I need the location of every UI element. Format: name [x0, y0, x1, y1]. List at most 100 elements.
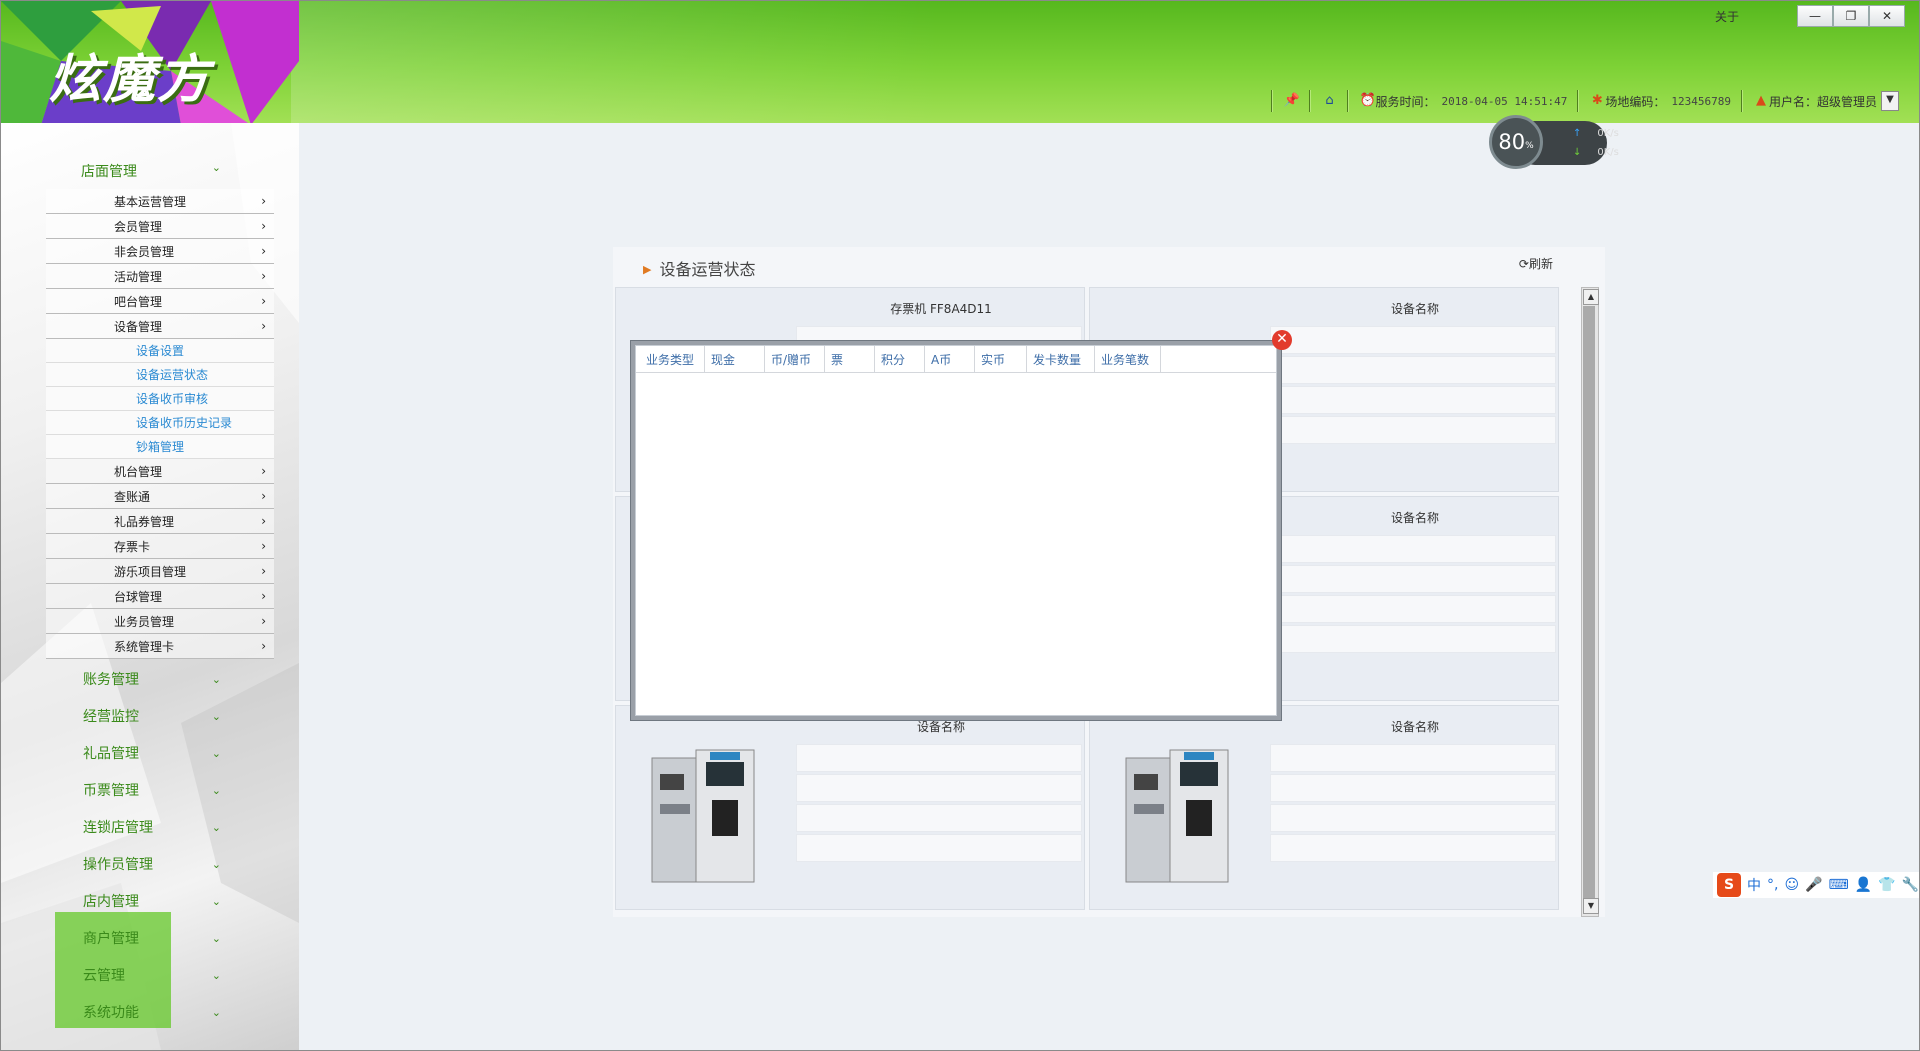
column-header[interactable]: 现金 [705, 346, 765, 372]
leaf-link[interactable]: 设备运营状态 [46, 363, 274, 387]
leaf-link[interactable]: 设备设置 [46, 339, 274, 363]
vertical-scrollbar[interactable]: ▲ ▼ [1581, 287, 1599, 917]
nav-group-label: 云管理 [83, 968, 125, 984]
dialog-close-button[interactable]: ✕ [1272, 330, 1292, 350]
nav-group-label: 币票管理 [83, 783, 139, 799]
refresh-button[interactable]: ⟳刷新 [1519, 255, 1553, 272]
submenu-item[interactable]: 礼品券管理 › [46, 509, 274, 534]
leaf-link[interactable]: 设备收币审核 [46, 387, 274, 411]
nav-group[interactable]: 商户管理 ⌄ [83, 928, 221, 948]
refresh-icon: ⟳ [1518, 257, 1529, 271]
chevron-down-icon: ⌄ [211, 161, 221, 174]
chevron-down-icon: ⌄ [211, 746, 221, 760]
submenu-item[interactable]: 会员管理 › [46, 214, 274, 239]
column-header[interactable]: 币/赠币 [765, 346, 825, 372]
punctuation-icon[interactable]: °, [1767, 877, 1778, 893]
restore-button[interactable]: ❐ [1833, 5, 1869, 27]
device-card[interactable]: 设备名称 [1089, 705, 1559, 910]
nav-group-label: 操作员管理 [83, 857, 153, 873]
device-submenu: 设备设置 设备运营状态 设备收币审核 设备收币历史记录 钞箱管理 [46, 339, 274, 459]
minimize-button[interactable]: — [1797, 5, 1833, 27]
nav-group-label: 连锁店管理 [83, 820, 153, 836]
nav-group[interactable]: 操作员管理 ⌄ [83, 854, 221, 874]
submenu-item[interactable]: 查账通 › [46, 484, 274, 509]
divider [1271, 90, 1274, 112]
nav-group[interactable]: 账务管理 ⌄ [83, 669, 221, 689]
submenu-label: 游乐项目管理 [114, 564, 187, 579]
user-dropdown-chevron-icon[interactable]: ▼ [1881, 91, 1899, 111]
submenu-item[interactable]: 活动管理 › [46, 264, 274, 289]
gauge-unit: % [1525, 141, 1534, 151]
nav-group[interactable]: 店内管理 ⌄ [83, 891, 221, 911]
nav-group[interactable]: 连锁店管理 ⌄ [83, 817, 221, 837]
device-info-rows [1270, 744, 1556, 864]
submenu-item-device-open[interactable]: 设备管理 › [46, 314, 274, 339]
close-window-button[interactable]: ✕ [1869, 5, 1905, 27]
nav-group-store[interactable]: 店面管理 ⌄ [81, 161, 221, 181]
leaf-link[interactable]: 钞箱管理 [46, 435, 274, 459]
download-speed: ↓ 0K/s [1573, 147, 1619, 158]
skin-shirt-icon[interactable]: 👕 [1878, 877, 1895, 893]
window-controls: — ❐ ✕ [1797, 5, 1905, 27]
user-label: 用户名： [1768, 94, 1817, 109]
submenu-item[interactable]: 吧台管理 › [46, 289, 274, 314]
user-icon[interactable]: 👤 [1855, 877, 1872, 893]
scroll-up-icon[interactable]: ▲ [1583, 289, 1599, 305]
nav-group[interactable]: 系统功能 ⌄ [83, 1002, 221, 1022]
microphone-icon[interactable]: 🎤 [1805, 877, 1822, 893]
submenu-item[interactable]: 系统管理卡 › [46, 634, 274, 659]
column-header[interactable]: 积分 [875, 346, 925, 372]
submenu-item[interactable]: 业务员管理 › [46, 609, 274, 634]
emoji-icon[interactable]: ☺ [1784, 877, 1799, 893]
submenu-item[interactable]: 存票卡 › [46, 534, 274, 559]
chevron-right-icon: › [261, 194, 266, 208]
download-value: 0K/s [1597, 147, 1619, 158]
gauge-percent: 80 [1498, 130, 1526, 154]
leaf-link[interactable]: 设备收币历史记录 [46, 411, 274, 435]
keyboard-icon[interactable]: ⌨ [1829, 877, 1849, 893]
submenu-item[interactable]: 机台管理 › [46, 459, 274, 484]
pin-icon[interactable]: 📌 [1283, 93, 1299, 109]
submenu-item[interactable]: 游乐项目管理 › [46, 559, 274, 584]
arrow-up-icon: ↑ [1573, 128, 1582, 139]
scroll-down-icon[interactable]: ▼ [1583, 898, 1599, 914]
submenu-item[interactable]: 基本运营管理 › [46, 189, 274, 214]
network-speed-widget[interactable]: ↑ 0K/s ↓ 0K/s 80% [1489, 115, 1619, 171]
chevron-down-icon: ⌄ [211, 931, 221, 945]
chevron-down-icon: ⌄ [211, 968, 221, 982]
ime-mode[interactable]: 中 [1747, 875, 1761, 895]
home-icon[interactable]: ⌂ [1321, 93, 1337, 109]
ime-logo-icon[interactable]: S [1717, 873, 1741, 897]
column-header[interactable]: 业务笔数 [1095, 346, 1161, 372]
submenu-label: 业务员管理 [114, 614, 175, 629]
info-row [1270, 595, 1556, 623]
column-header[interactable]: 发卡数量 [1027, 346, 1095, 372]
submenu-item[interactable]: 台球管理 › [46, 584, 274, 609]
divider [1309, 90, 1312, 112]
submenu-item[interactable]: 非会员管理 › [46, 239, 274, 264]
chevron-right-icon: › [261, 639, 266, 653]
device-card[interactable]: 设备名称 [615, 705, 1085, 910]
device-name: 设备名称 [1390, 511, 1439, 525]
chevron-down-icon: ⌄ [211, 894, 221, 908]
about-link[interactable]: 关于 [1715, 8, 1739, 25]
column-header[interactable]: 实币 [975, 346, 1027, 372]
nav-group-label: 礼品管理 [83, 746, 139, 762]
nav-group[interactable]: 云管理 ⌄ [83, 965, 221, 985]
chevron-down-icon: ⌄ [211, 857, 221, 871]
service-time-value: 2018-04-05 14:51:47 [1441, 94, 1568, 108]
nav-group[interactable]: 礼品管理 ⌄ [83, 743, 221, 763]
chevron-right-icon: › [261, 514, 266, 528]
scroll-thumb[interactable] [1583, 306, 1595, 898]
clock-icon: ⏰ [1359, 93, 1376, 108]
nav-group[interactable]: 经营监控 ⌄ [83, 706, 221, 726]
column-header[interactable]: A币 [925, 346, 975, 372]
column-header[interactable]: 业务类型 [640, 346, 705, 372]
nav-group[interactable]: 币票管理 ⌄ [83, 780, 221, 800]
ticket-machine-image [1125, 749, 1229, 883]
chevron-down-icon: ⌄ [211, 672, 221, 686]
service-time-label: 服务时间： [1375, 94, 1436, 109]
wrench-icon[interactable]: 🔧 [1902, 877, 1919, 893]
submenu-label: 会员管理 [114, 219, 163, 234]
column-header[interactable]: 票 [825, 346, 875, 372]
